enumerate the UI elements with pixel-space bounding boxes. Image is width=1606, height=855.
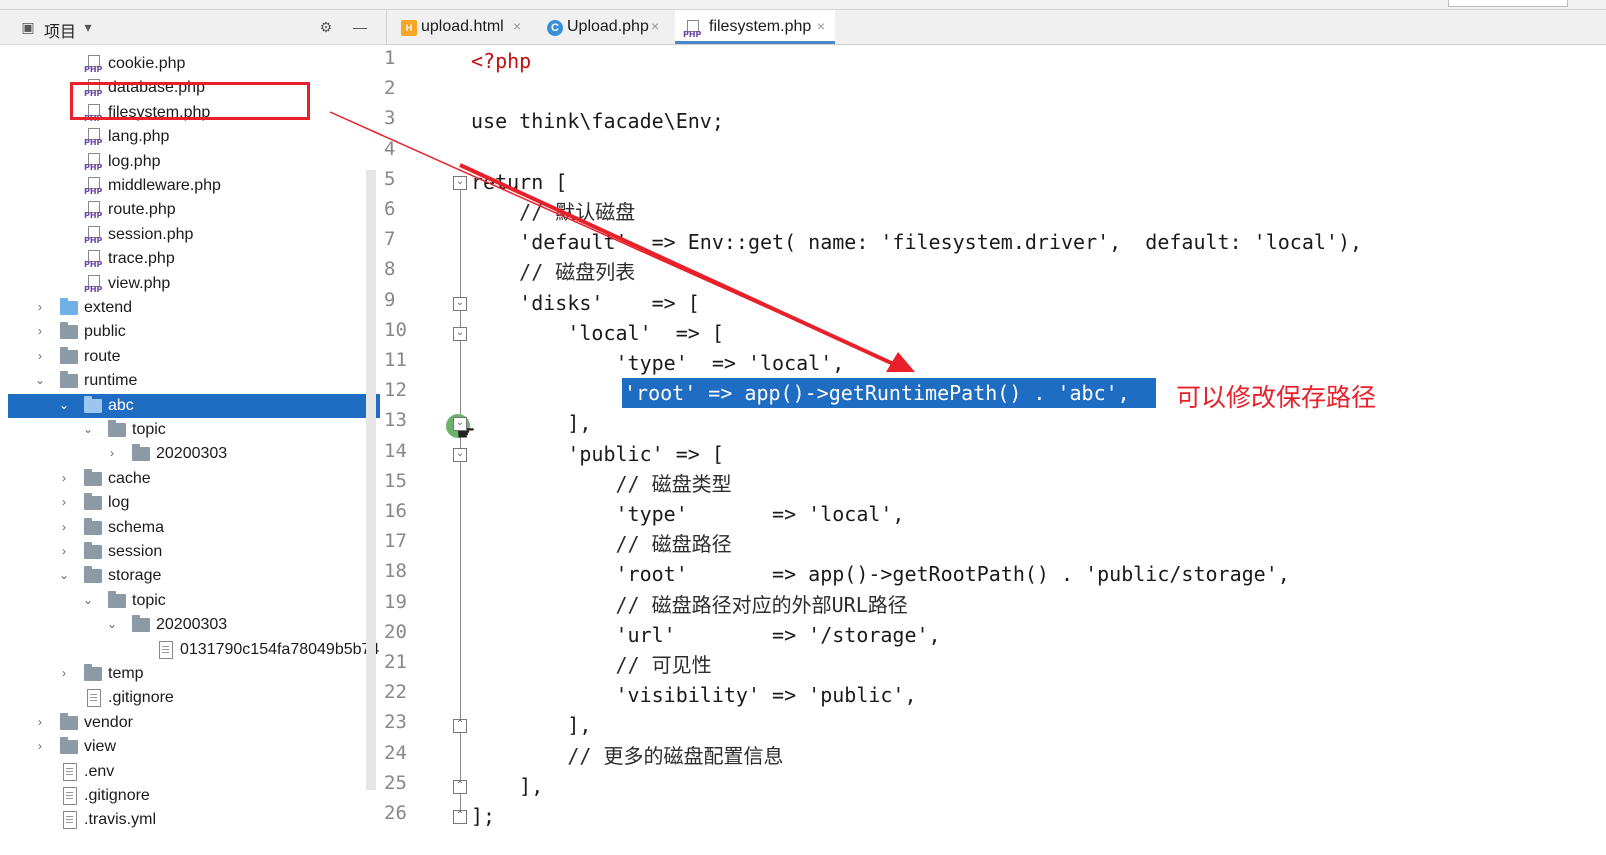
fold-toggle-icon[interactable]: ⌄ [453,417,467,432]
annotation-arrow [329,111,915,372]
fold-toggle-icon[interactable]: ⌃ [453,779,467,794]
fold-toggle-icon[interactable]: ⌄ [453,296,467,311]
fold-toggle-icon[interactable]: ⌃ [453,810,467,824]
fold-toggle-icon[interactable]: ⌄ [453,175,467,190]
fold-toggle-icon[interactable]: ⌃ [453,719,467,734]
fold-toggle-icon[interactable]: ⌄ [453,326,467,341]
fold-toggle-icon[interactable]: ⌄ [453,447,467,462]
